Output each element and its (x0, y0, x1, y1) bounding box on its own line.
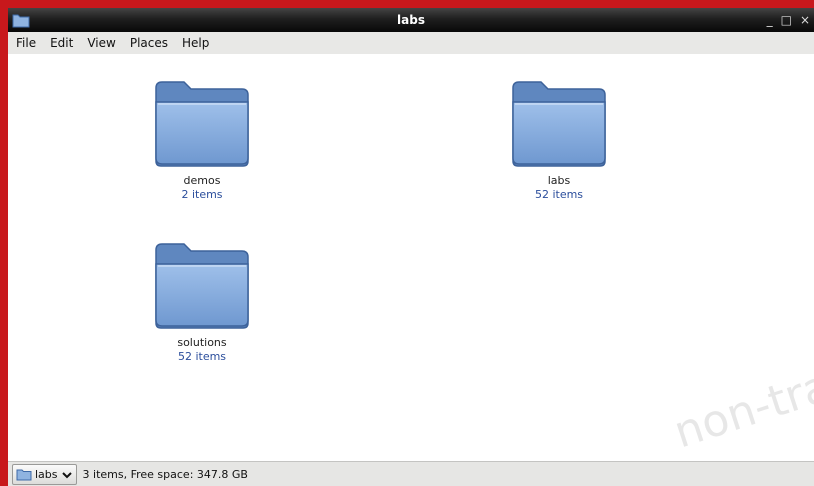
menu-edit[interactable]: Edit (43, 36, 80, 50)
file-manager-window: labs _ □ × File Edit View Places Help de… (8, 8, 814, 486)
menu-file[interactable]: File (8, 36, 43, 50)
window-controls: _ □ × (763, 8, 814, 32)
icon-view[interactable]: demos 2 items labs 52 items solutions 52… (8, 54, 814, 464)
status-bar: labs 3 items, Free space: 347.8 GB (8, 461, 814, 486)
location-dropdown[interactable]: labs (12, 464, 77, 485)
folder-item-labs[interactable]: labs 52 items (474, 78, 644, 202)
folder-icon (16, 469, 32, 481)
menu-help[interactable]: Help (175, 36, 216, 50)
folder-item-solutions[interactable]: solutions 52 items (117, 240, 287, 364)
folder-item-demos[interactable]: demos 2 items (117, 78, 287, 202)
close-button[interactable]: × (796, 13, 814, 27)
title-bar[interactable]: labs _ □ × (8, 8, 814, 32)
folder-item-count: 52 items (177, 350, 227, 363)
folder-icon (155, 243, 249, 329)
menu-view[interactable]: View (80, 36, 122, 50)
maximize-button[interactable]: □ (777, 13, 796, 27)
menu-places[interactable]: Places (123, 36, 175, 50)
window-title: labs (397, 13, 425, 27)
folder-icon (512, 81, 606, 167)
folder-name: solutions (177, 336, 227, 349)
status-text: 3 items, Free space: 347.8 GB (82, 468, 248, 481)
folder-item-count: 2 items (181, 188, 223, 201)
folder-name: demos (183, 174, 221, 187)
folder-name: labs (547, 174, 571, 187)
menu-bar: File Edit View Places Help (8, 32, 814, 54)
folder-item-count: 52 items (534, 188, 584, 201)
minimize-button[interactable]: _ (763, 13, 777, 27)
folder-icon (155, 81, 249, 167)
chevron-down-icon (61, 471, 72, 478)
location-label: labs (35, 468, 58, 481)
